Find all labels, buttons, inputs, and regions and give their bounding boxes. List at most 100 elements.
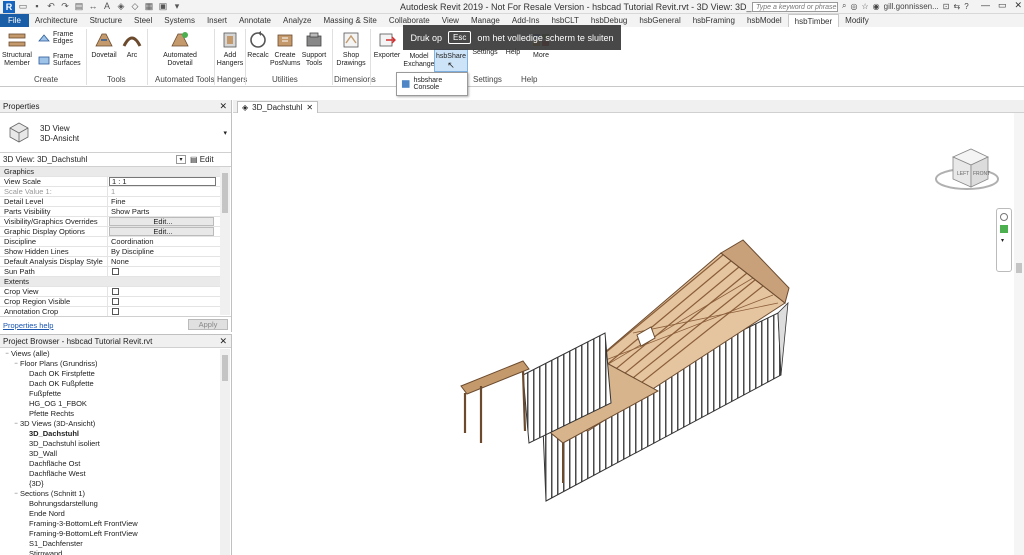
tab-structure[interactable]: Structure xyxy=(84,14,128,27)
browser-item[interactable]: S1_Dachfenster xyxy=(0,539,220,549)
checkbox[interactable] xyxy=(112,288,119,295)
close-icon[interactable]: ✕ xyxy=(306,102,313,113)
browser-item[interactable]: Framing-3-BottomLeft FrontView xyxy=(0,519,220,529)
browser-item[interactable]: 3D_Dachstuhl xyxy=(0,429,220,439)
collapse-icon[interactable]: − xyxy=(12,359,20,369)
properties-help-link[interactable]: Properties help xyxy=(3,321,53,330)
close-icon[interactable]: ✕ xyxy=(1014,0,1022,11)
instance-selector[interactable]: 3D View: 3D_Dachstuhl ▾ ▤ Edit Type xyxy=(0,153,231,178)
tab-architecture[interactable]: Architecture xyxy=(29,14,84,27)
tab-hsbframing[interactable]: hsbFraming xyxy=(687,14,741,27)
property-value[interactable]: By Discipline xyxy=(108,247,220,256)
create-posnums-button[interactable]: Create PosNums xyxy=(270,30,300,68)
checkbox[interactable] xyxy=(112,308,119,315)
undo-icon[interactable]: ↶ xyxy=(46,1,56,12)
browser-item[interactable]: 3D_Wall xyxy=(0,449,220,459)
section-icon[interactable]: ◇ xyxy=(130,1,140,12)
settings-button[interactable]: Settings xyxy=(470,49,500,57)
shop-drawings-button[interactable]: Shop Drawings xyxy=(334,30,368,68)
type-selector[interactable]: 3D View 3D-Ansicht ▾ xyxy=(0,113,231,153)
collapse-icon[interactable]: − xyxy=(12,419,20,429)
properties-scrollbar[interactable] xyxy=(220,167,230,315)
property-value[interactable]: 1 : 1 xyxy=(109,177,216,186)
automated-dovetail-button[interactable]: Automated Dovetail xyxy=(150,30,210,68)
scrollbar-thumb[interactable] xyxy=(1016,263,1022,273)
switch-windows-icon[interactable]: ▣ xyxy=(158,1,168,12)
edit-button[interactable]: Edit... xyxy=(109,227,214,236)
hsbshare-console-item[interactable]: hsbshare Console xyxy=(413,77,467,91)
browser-item[interactable]: Pfette Rechts xyxy=(0,409,220,419)
edit-button[interactable]: Edit... xyxy=(109,217,214,226)
support-tools-button[interactable]: Support Tools xyxy=(301,30,327,68)
add-hangers-button[interactable]: Add Hangers xyxy=(216,30,244,68)
revit-logo-icon[interactable]: R xyxy=(3,1,15,13)
checkbox[interactable] xyxy=(112,268,119,275)
minimize-icon[interactable]: — xyxy=(981,0,990,11)
browser-item[interactable]: − Views (alle) xyxy=(0,349,220,359)
help-button[interactable]: Help xyxy=(502,49,524,57)
star-icon[interactable]: ☆ xyxy=(861,2,868,11)
model-exchange-button[interactable]: Model Exchange xyxy=(402,53,436,69)
tab-hsbmodel[interactable]: hsbModel xyxy=(741,14,788,27)
view-tab-3d-dachstuhl[interactable]: ◈ 3D_Dachstuhl ✕ xyxy=(237,101,319,113)
dovetail-button[interactable]: Dovetail xyxy=(90,30,118,60)
browser-item[interactable]: Framing-9-BottomLeft FrontView xyxy=(0,529,220,539)
browser-item[interactable]: Stirnwand xyxy=(0,549,220,555)
browser-item[interactable]: Fußpfette xyxy=(0,389,220,399)
save-icon[interactable]: ▪ xyxy=(32,1,42,12)
exporter-button[interactable]: Exporter xyxy=(372,30,402,60)
zoom-icon[interactable] xyxy=(1000,225,1008,233)
print-icon[interactable]: ▤ xyxy=(74,1,84,12)
tab-annotate[interactable]: Annotate xyxy=(233,14,277,27)
customize-qat-icon[interactable]: ▾ xyxy=(172,1,182,12)
frame-edges-button[interactable]: Frame Edges xyxy=(38,31,91,45)
subscription-icon[interactable]: ◎ xyxy=(850,2,857,11)
view-scrollbar[interactable] xyxy=(1014,113,1024,555)
measure-icon[interactable]: ↔ xyxy=(88,1,98,12)
property-value[interactable]: None xyxy=(108,257,220,266)
hsbshare-button[interactable]: hsbShare ↖ xyxy=(434,49,468,72)
property-value[interactable]: Show Parts xyxy=(108,207,220,216)
property-value[interactable] xyxy=(108,287,220,296)
tab-steel[interactable]: Steel xyxy=(128,14,158,27)
text-icon[interactable]: A xyxy=(102,1,112,12)
browser-item[interactable]: Dach OK Firstpfette xyxy=(0,369,220,379)
close-icon[interactable]: ✕ xyxy=(219,100,227,113)
recalc-button[interactable]: Recalc xyxy=(246,30,270,60)
arc-button[interactable]: Arc xyxy=(120,30,144,60)
tab-file[interactable]: File xyxy=(0,14,29,27)
binoculars-icon[interactable]: ⌕ xyxy=(842,1,846,11)
browser-item[interactable]: Dachfläche Ost xyxy=(0,459,220,469)
scrollbar-thumb[interactable] xyxy=(222,355,228,381)
browser-item[interactable]: {3D} xyxy=(0,479,220,489)
steering-wheel-icon[interactable] xyxy=(1000,213,1008,221)
browser-item[interactable]: 3D_Dachstuhl isoliert xyxy=(0,439,220,449)
property-value[interactable]: Fine xyxy=(108,197,220,206)
tab-insert[interactable]: Insert xyxy=(201,14,233,27)
3d-view-icon[interactable]: ◈ xyxy=(116,1,126,12)
structural-member-button[interactable]: Structural Member xyxy=(2,30,32,68)
user-icon[interactable]: ◉ xyxy=(873,2,880,11)
tab-modify[interactable]: Modify xyxy=(839,14,875,27)
chevron-down-icon[interactable]: ▾ xyxy=(176,155,186,164)
property-section[interactable]: Graphics xyxy=(0,167,220,177)
user-name[interactable]: gill.gonnissen... xyxy=(884,2,939,11)
browser-scrollbar[interactable] xyxy=(220,349,230,555)
3d-view-canvas[interactable]: LEFT FRONT xyxy=(233,113,1014,555)
cart-icon[interactable]: ⊡ xyxy=(943,2,950,11)
tab-analyze[interactable]: Analyze xyxy=(277,14,317,27)
property-value[interactable]: Coordination xyxy=(108,237,220,246)
scrollbar-thumb[interactable] xyxy=(222,173,228,213)
tab-hsbtimber[interactable]: hsbTimber xyxy=(787,14,840,27)
property-value[interactable] xyxy=(108,267,220,276)
property-value[interactable] xyxy=(108,307,220,316)
close-icon[interactable]: ✕ xyxy=(219,335,227,348)
open-icon[interactable]: ▭ xyxy=(18,1,28,12)
browser-item[interactable]: Dach OK Fußpfette xyxy=(0,379,220,389)
frame-surfaces-button[interactable]: Frame Surfaces xyxy=(38,53,91,67)
checkbox[interactable] xyxy=(112,298,119,305)
browser-item[interactable]: − Sections (Schnitt 1) xyxy=(0,489,220,499)
browser-item[interactable]: −3D Views (3D-Ansicht) xyxy=(0,419,220,429)
exchange-icon[interactable]: ⇆ xyxy=(953,2,960,11)
redo-icon[interactable]: ↷ xyxy=(60,1,70,12)
